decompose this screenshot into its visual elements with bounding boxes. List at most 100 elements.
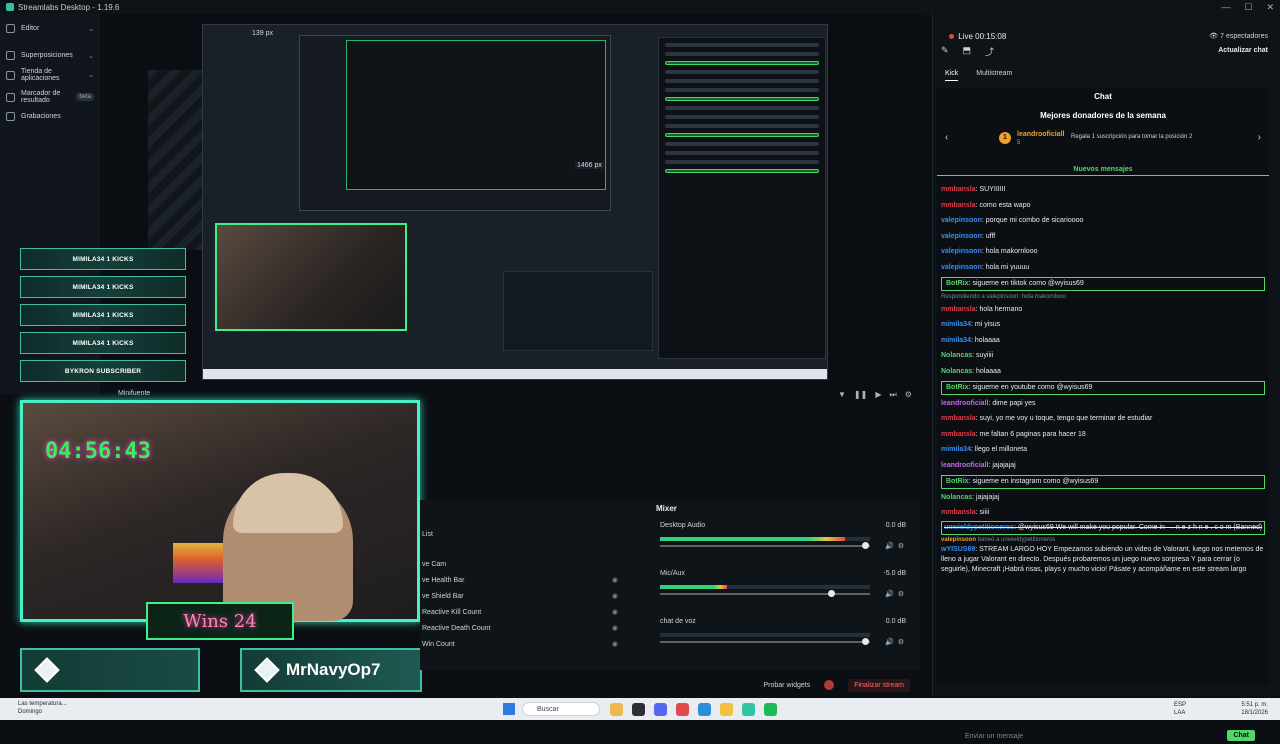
chat-username[interactable]: BotRix — [946, 478, 969, 485]
sidebar-item-app-store[interactable]: Tienda de aplicaciones ⌄ — [0, 64, 100, 86]
source-item[interactable]: ve Shield Bar ◉ — [420, 588, 648, 604]
settings-icon[interactable]: ⚙ — [898, 591, 908, 598]
mini-chat-line — [665, 133, 819, 137]
edit-icon[interactable]: ✎ — [941, 45, 949, 58]
visibility-icon[interactable]: ◉ — [612, 608, 618, 616]
chat-username[interactable]: BotRix — [946, 280, 969, 287]
chevron-right-icon[interactable]: › — [1258, 132, 1261, 143]
chat-username[interactable]: leandrooficiall — [941, 462, 988, 469]
chat-username[interactable]: mimila34 — [941, 321, 971, 328]
visibility-icon[interactable]: ◉ — [612, 624, 618, 632]
source-item[interactable]: ve Cam — [420, 556, 648, 572]
streamlabs-icon[interactable] — [742, 703, 755, 716]
chat-username[interactable]: Nolancas — [941, 368, 972, 375]
taskbar-search[interactable]: Buscar — [522, 702, 600, 716]
sidebar-item-overlays[interactable]: Superposiciones ⌄ — [0, 47, 100, 64]
webcam-overlay[interactable]: 04:56:43 — [20, 400, 420, 622]
chat-username[interactable]: BotRix — [946, 384, 969, 391]
next-icon[interactable]: ▶ — [875, 390, 881, 400]
chat-username[interactable]: mmbansla — [941, 202, 976, 209]
popout-icon[interactable]: ⬒ — [963, 45, 972, 58]
tab-kick[interactable]: Kick — [945, 70, 959, 81]
mute-icon[interactable]: 🔊 — [885, 639, 898, 646]
weather-widget[interactable]: Las temperatura... Domingo — [18, 700, 67, 716]
visibility-icon[interactable]: ◉ — [612, 576, 618, 584]
close-button[interactable]: ✕ — [1266, 2, 1274, 13]
chat-username[interactable]: Nolancas — [941, 352, 972, 359]
spotify-icon[interactable] — [764, 703, 777, 716]
chat-username[interactable]: valepinsoon — [941, 537, 976, 543]
slider-knob[interactable] — [828, 590, 836, 597]
chevron-left-icon[interactable]: ‹ — [945, 132, 948, 143]
chat-username[interactable]: valepinsoon — [941, 217, 982, 224]
sidebar-item-recordings[interactable]: Grabaciones — [0, 108, 100, 125]
source-item[interactable]: Reactive Kill Count ◉ — [420, 604, 648, 620]
chat-username[interactable]: wYISUS69 — [941, 546, 975, 553]
pause-icon[interactable]: ❚❚ — [854, 390, 867, 400]
mute-icon[interactable]: 🔊 — [885, 591, 898, 598]
leaderboard-row: MIMILA34 1 KICKS — [20, 332, 186, 354]
chat-username[interactable]: valepinsoon — [941, 264, 982, 271]
chat-text: : mi yisus — [970, 321, 1001, 329]
chat-username[interactable]: mmbansla — [941, 431, 976, 438]
filter-icon[interactable]: ▼ — [838, 390, 846, 400]
chevron-down-icon: ⌄ — [88, 72, 94, 79]
sidebar-item-editor[interactable]: Editor ⌄ — [0, 20, 100, 37]
track-volume-slider[interactable] — [660, 638, 870, 645]
share-icon[interactable]: ⤴ — [985, 45, 994, 58]
terminal-icon[interactable] — [632, 703, 645, 716]
maximize-button[interactable]: ☐ — [1244, 2, 1252, 13]
visibility-icon[interactable]: ◉ — [612, 592, 618, 600]
update-chat-button[interactable]: Actualizar chat — [1218, 47, 1268, 54]
source-item[interactable]: Win Count ◉ — [420, 636, 648, 652]
minimize-button[interactable]: — — [1221, 2, 1230, 12]
system-clock[interactable]: 5:51 p. m. 18/1/2026 — [1241, 701, 1268, 717]
live-label: Live — [958, 32, 973, 41]
track-db: 0.0 dB — [885, 618, 906, 625]
folder-icon[interactable] — [720, 703, 733, 716]
chrome-icon[interactable] — [676, 703, 689, 716]
chat-username[interactable]: valepinsoon — [941, 233, 982, 240]
chat-username[interactable]: mmbansla — [941, 186, 976, 193]
chat-username[interactable]: Nolancas — [941, 494, 972, 501]
chat-username[interactable]: mmbansla — [941, 415, 976, 422]
chat-message: unwieldypetitioneros: @wyisus69 We will … — [941, 520, 1265, 535]
track-volume-slider[interactable] — [660, 542, 870, 549]
chat-message-input[interactable]: Enviar un mensaje — [941, 728, 1273, 744]
chat-username[interactable]: mimila34 — [941, 446, 971, 453]
dimension-label: 139 px — [252, 30, 274, 37]
source-item[interactable]: Reactive Death Count ◉ — [420, 620, 648, 636]
slider-knob[interactable] — [861, 638, 869, 645]
skip-icon[interactable]: ⏭ — [889, 390, 896, 400]
chat-username[interactable]: valepinsoon — [941, 248, 982, 255]
discord-icon[interactable] — [654, 703, 667, 716]
language-indicator[interactable]: ESP LAA — [1174, 701, 1186, 717]
end-stream-button[interactable]: Finalizar stream — [848, 678, 910, 692]
source-item[interactable]: List — [420, 526, 648, 542]
settings-icon[interactable]: ⚙ — [898, 639, 908, 646]
chat-username[interactable]: unwieldypetitioneros — [944, 524, 1014, 531]
visibility-icon[interactable]: ◉ — [612, 640, 618, 648]
slider-knob[interactable] — [861, 542, 869, 549]
settings-icon[interactable]: ⚙ — [905, 390, 912, 400]
windows-start-icon[interactable] — [503, 703, 515, 715]
chat-username[interactable]: mmbansla — [941, 306, 976, 313]
nested-preview-capture[interactable] — [202, 24, 828, 380]
chat-username[interactable]: mimila34 — [941, 337, 971, 344]
settings-icon[interactable]: ⚙ — [898, 543, 908, 550]
send-chat-button[interactable]: Chat — [1227, 730, 1255, 741]
files-icon[interactable] — [610, 703, 623, 716]
source-item[interactable]: ve Health Bar ◉ — [420, 572, 648, 588]
chat-text: : hola mi yuuuu — [981, 263, 1030, 271]
mini-chat-line — [665, 115, 819, 119]
test-widgets-button[interactable]: Probar widgets — [764, 682, 811, 689]
record-button[interactable] — [824, 680, 835, 690]
mute-icon[interactable]: 🔊 — [885, 543, 898, 550]
tab-multistream[interactable]: Multistream — [976, 70, 1012, 81]
track-volume-slider[interactable] — [660, 590, 870, 597]
edge-icon[interactable] — [698, 703, 711, 716]
sidebar-item-scoreboard[interactable]: Marcador de resultado beta — [0, 86, 100, 108]
chat-username[interactable]: leandrooficiall — [941, 400, 988, 407]
chat-username[interactable]: mmbansla — [941, 509, 976, 516]
chat-text: : siiii — [975, 509, 990, 517]
